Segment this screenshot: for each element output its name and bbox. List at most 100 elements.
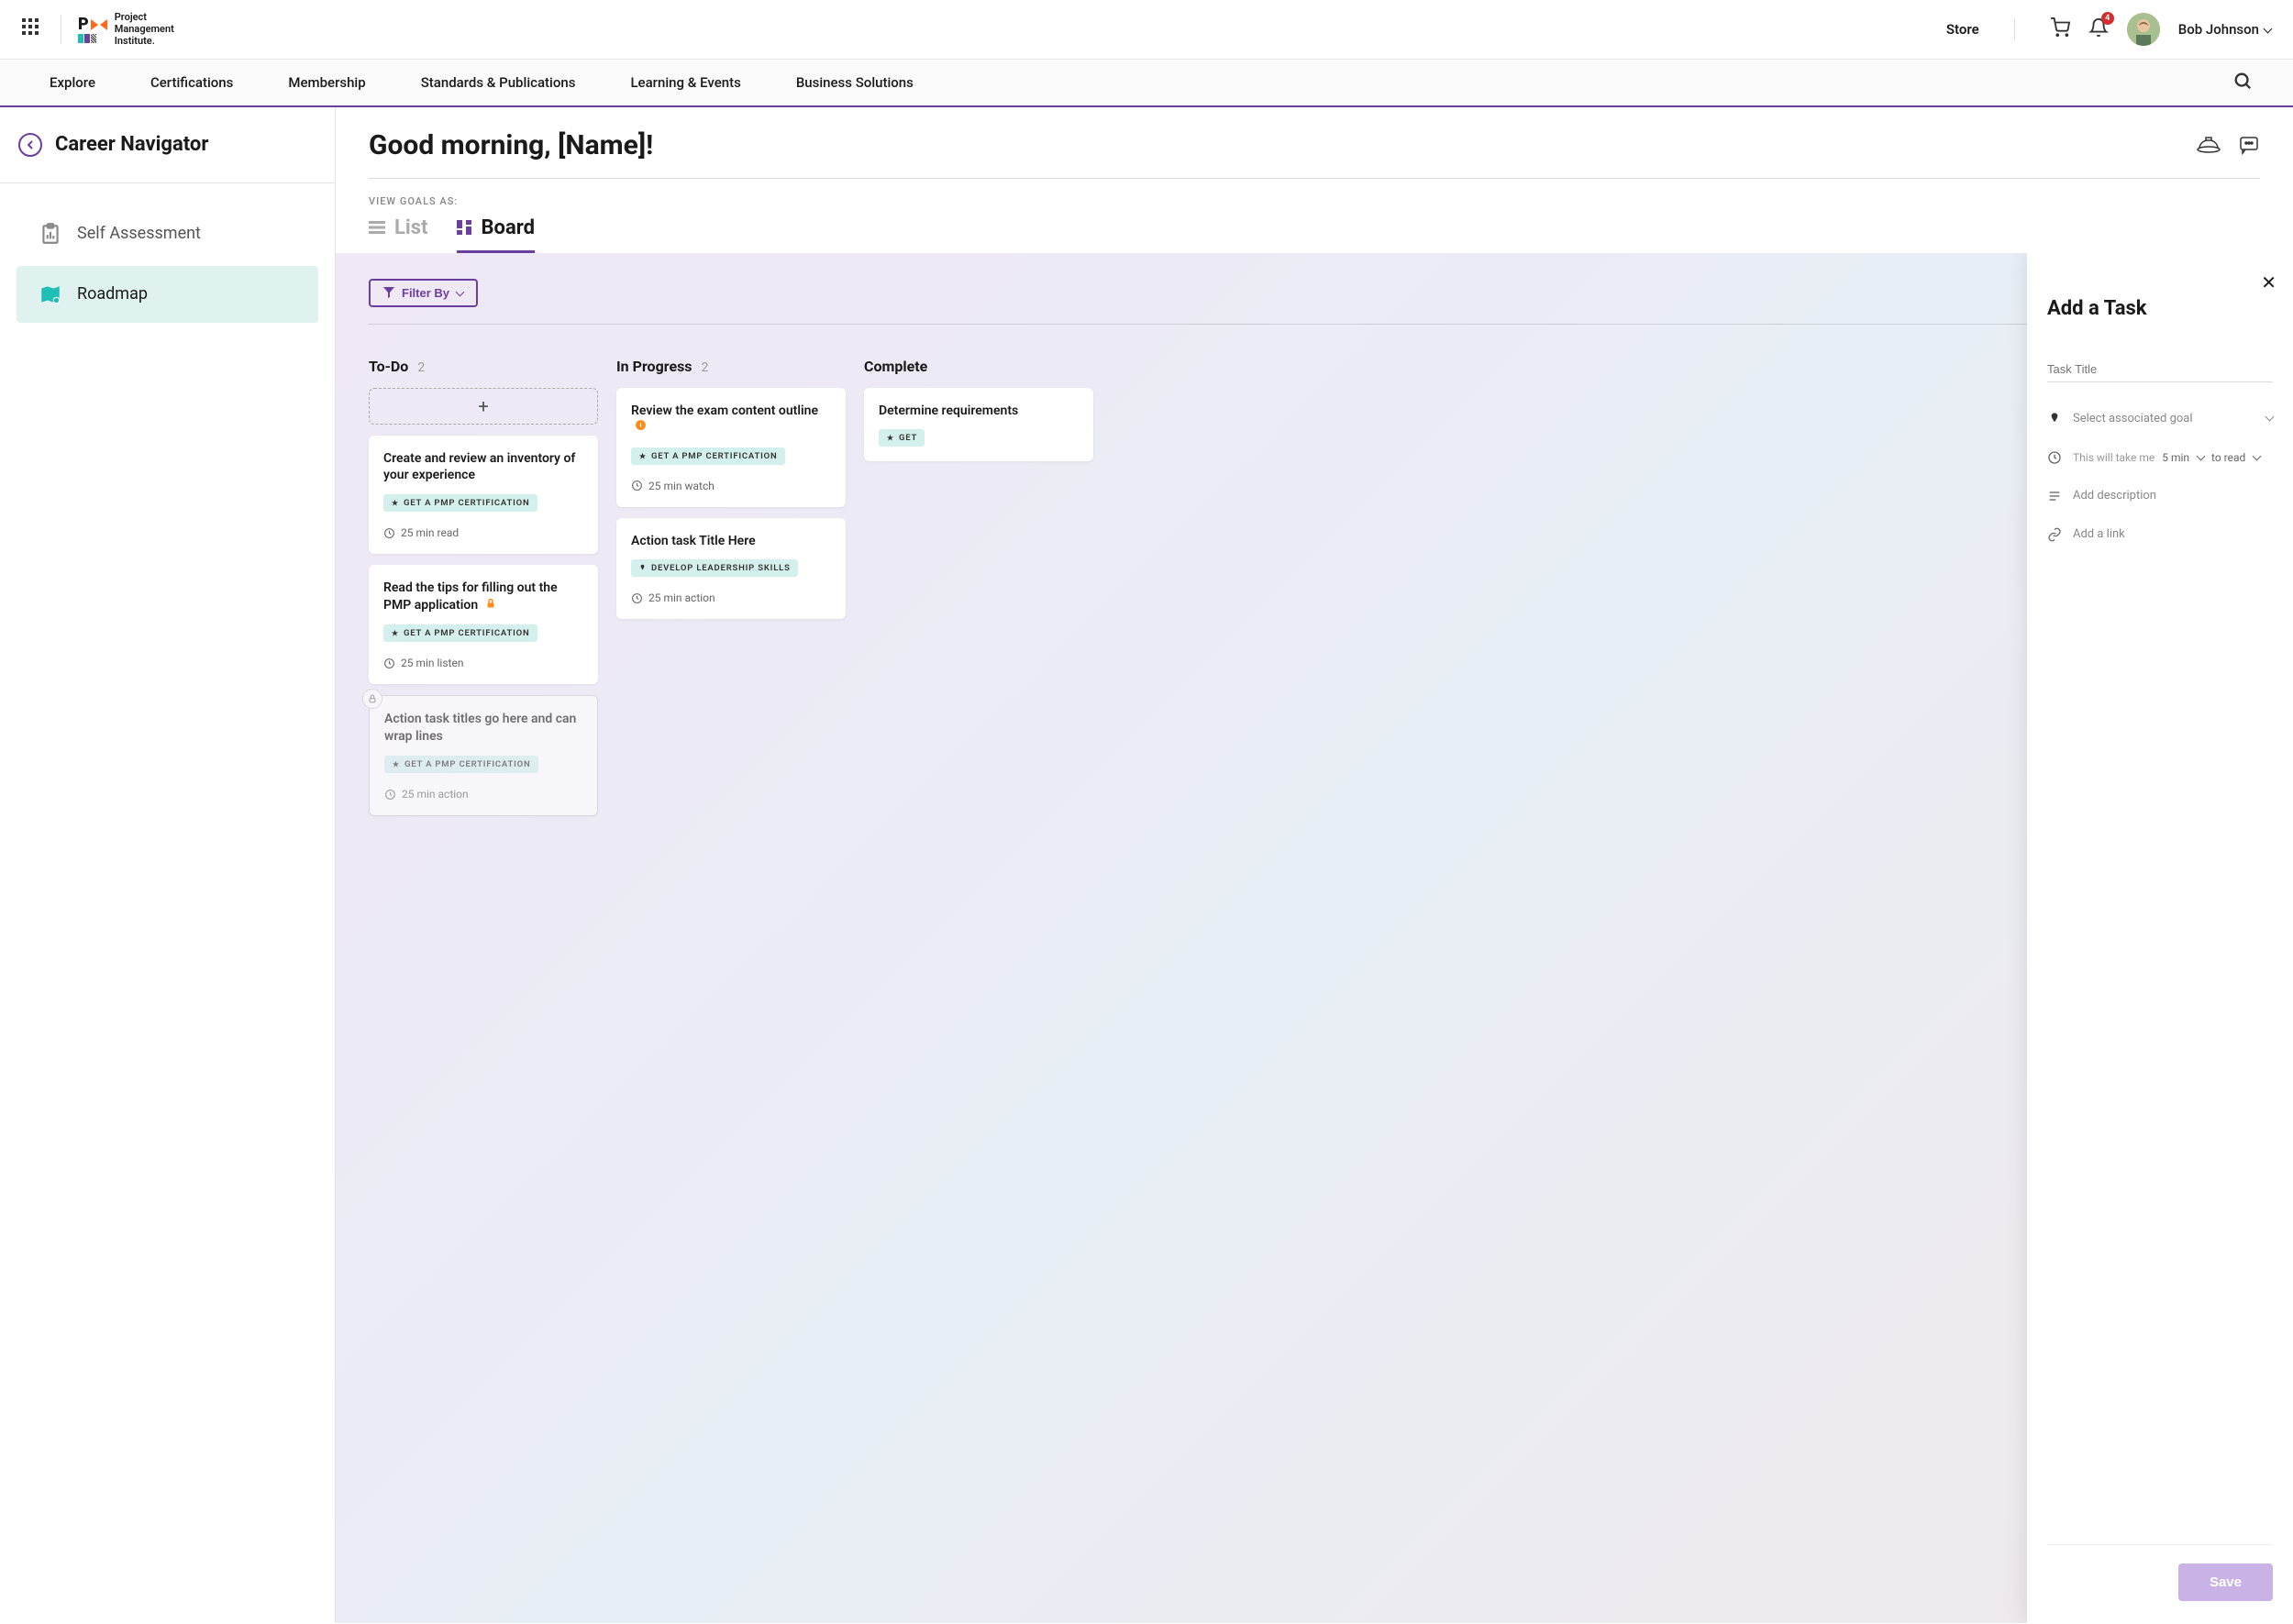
card-tag: GET A PMP CERTIFICATION	[383, 494, 537, 512]
sidebar-title: Career Navigator	[55, 133, 208, 156]
pin-icon	[2047, 412, 2062, 426]
card-title: Determine requirements	[879, 403, 1079, 420]
clock-icon	[631, 480, 643, 492]
greeting: Good morning, [Name]!	[369, 129, 653, 161]
card-title: Action task titles go here and can wrap …	[384, 711, 582, 746]
map-icon	[39, 282, 62, 306]
add-task-panel: ✕ Add a Task Select associated goal This	[2027, 253, 2293, 1623]
lock-icon	[485, 597, 496, 614]
clipboard-chart-icon	[39, 222, 62, 246]
nav-business[interactable]: Business Solutions	[769, 60, 941, 105]
board-column: Complete Determine requirements GET	[864, 358, 1093, 828]
cart-icon[interactable]	[2050, 17, 2070, 41]
board-column: To-Do 2 + Create and review an inventory o…	[369, 358, 598, 828]
card-tag: GET A PMP CERTIFICATION	[631, 447, 785, 465]
link-icon	[2047, 527, 2062, 542]
column-title: To-Do	[369, 358, 408, 375]
task-card[interactable]: Create and review an inventory of your e…	[369, 436, 598, 555]
card-title: Action task Title Here	[631, 533, 831, 550]
pmi-logo[interactable]: P Project Management Institute.	[78, 11, 174, 48]
column-count: 2	[702, 360, 709, 375]
card-title: Read the tips for filling out the PMP ap…	[383, 580, 583, 614]
back-button[interactable]	[18, 133, 42, 157]
search-icon[interactable]	[2232, 71, 2271, 94]
divider	[2014, 18, 2015, 40]
pin-icon	[638, 564, 647, 572]
card-meta: 25 min watch	[631, 480, 831, 492]
tab-board[interactable]: Board	[457, 216, 534, 253]
card-tag: GET A PMP CERTIFICATION	[383, 624, 537, 642]
sidebar: Career Navigator Self Assessment Roadmap	[0, 107, 336, 1623]
card-tag: GET	[879, 429, 925, 447]
link-field[interactable]: Add a link	[2073, 527, 2125, 541]
card-tag: DEVELOP LEADERSHIP SKILLS	[631, 559, 798, 577]
clock-icon	[384, 789, 396, 801]
chevron-down-icon	[457, 286, 463, 300]
info-icon: i	[635, 419, 647, 436]
save-button[interactable]: Save	[2178, 1563, 2273, 1601]
description-field[interactable]: Add description	[2073, 489, 2156, 503]
filter-button[interactable]: Filter By	[369, 279, 478, 307]
task-card[interactable]: Review the exam content outline i GET A …	[616, 388, 846, 507]
star-icon	[638, 452, 647, 460]
column-count: 2	[417, 360, 425, 375]
time-duration-select[interactable]: 5 min	[2162, 451, 2204, 464]
logo-text: Project Management Institute.	[115, 11, 174, 48]
nav-standards[interactable]: Standards & Publications	[393, 60, 604, 105]
card-tag: GET A PMP CERTIFICATION	[384, 756, 538, 773]
star-icon	[391, 629, 399, 637]
star-icon	[886, 434, 894, 442]
close-icon[interactable]: ✕	[2261, 271, 2276, 293]
tab-list[interactable]: List	[369, 216, 427, 253]
chevron-down-icon	[2198, 451, 2204, 464]
card-meta: 25 min action	[631, 591, 831, 604]
sidebar-item-self-assessment[interactable]: Self Assessment	[17, 205, 318, 262]
sidebar-item-roadmap[interactable]: Roadmap	[17, 266, 318, 323]
sidebar-item-label: Roadmap	[77, 284, 148, 304]
chevron-down-icon	[2266, 412, 2273, 425]
notification-badge: 4	[2101, 12, 2114, 25]
primary-nav: Explore Certifications Membership Standa…	[0, 60, 2293, 107]
star-icon	[392, 760, 400, 768]
board-column: In Progress 2 Review the exam content out…	[616, 358, 846, 828]
hardhat-icon[interactable]	[2196, 134, 2221, 156]
lock-badge-icon	[362, 689, 382, 709]
avatar[interactable]	[2127, 13, 2160, 46]
nav-certifications[interactable]: Certifications	[123, 60, 260, 105]
add-card-button[interactable]: +	[369, 388, 598, 425]
nav-membership[interactable]: Membership	[260, 60, 393, 105]
description-icon	[2047, 489, 2062, 503]
panel-title: Add a Task	[2047, 297, 2273, 320]
card-meta: 25 min read	[383, 526, 583, 539]
user-menu[interactable]: Bob Johnson	[2178, 21, 2271, 38]
card-title: Create and review an inventory of your e…	[383, 450, 583, 485]
board: Filter By To-Do 2 + Create and review an i…	[336, 253, 2293, 1623]
clock-icon	[2047, 450, 2062, 465]
user-name-label: Bob Johnson	[2178, 21, 2259, 38]
notifications-icon[interactable]: 4	[2088, 17, 2109, 41]
star-icon	[391, 499, 399, 507]
clock-icon	[631, 592, 643, 604]
task-card[interactable]: Action task titles go here and can wrap …	[369, 695, 598, 816]
filter-icon	[383, 287, 394, 298]
task-card[interactable]: Read the tips for filling out the PMP ap…	[369, 565, 598, 684]
clock-icon	[383, 527, 395, 539]
goal-select[interactable]: Select associated goal	[2073, 412, 2273, 425]
task-card[interactable]: Action task Title Here DEVELOP LEADERSHI…	[616, 518, 846, 620]
task-card[interactable]: Determine requirements GET	[864, 388, 1093, 462]
topbar: P Project Management Institute. Store 4 …	[0, 0, 2293, 60]
view-goals-label: VIEW GOALS AS:	[369, 195, 2260, 207]
nav-learning[interactable]: Learning & Events	[603, 60, 768, 105]
store-link[interactable]: Store	[1946, 21, 1979, 38]
board-icon	[457, 220, 471, 235]
time-mode-select[interactable]: to read	[2211, 451, 2260, 464]
apps-grid-icon[interactable]	[22, 18, 44, 40]
column-title: In Progress	[616, 358, 692, 375]
task-title-input[interactable]	[2047, 357, 2273, 382]
list-icon	[369, 221, 385, 234]
column-title: Complete	[864, 358, 927, 375]
chat-icon[interactable]	[2238, 134, 2260, 156]
nav-explore[interactable]: Explore	[22, 60, 123, 105]
svg-text:i: i	[639, 422, 641, 430]
card-meta: 25 min listen	[383, 657, 583, 669]
